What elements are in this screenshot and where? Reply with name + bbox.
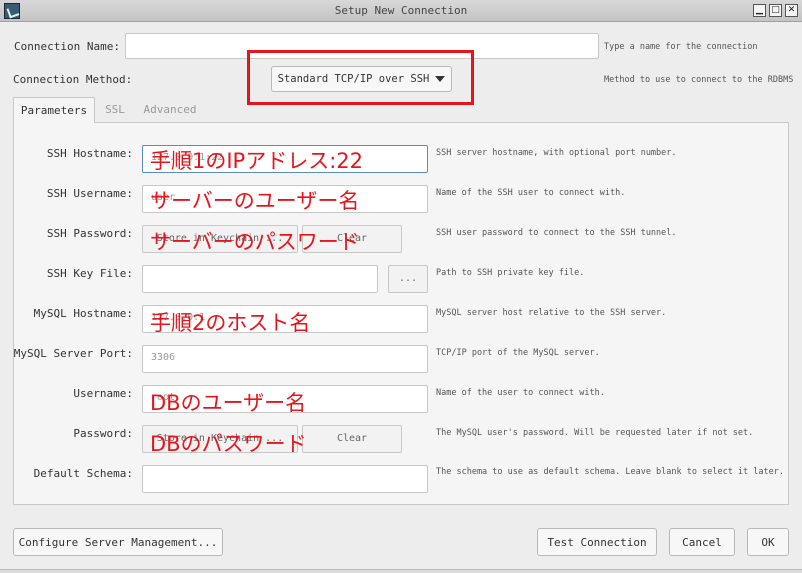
minimize-icon[interactable]: ▁: [753, 4, 766, 17]
window-title: Setup New Connection: [334, 4, 468, 17]
ssh-key-file-hint: Path to SSH private key file.: [436, 268, 585, 278]
maximize-icon[interactable]: □: [769, 4, 782, 17]
browse-key-file-button[interactable]: ...: [388, 265, 428, 293]
mysql-port-label: MySQL Server Port:: [13, 347, 133, 360]
ssh-password-hint: SSH user password to connect to the SSH …: [436, 228, 677, 238]
ssh-key-file-label: SSH Key File:: [46, 267, 133, 280]
password-hint: The MySQL user's password. Will be reque…: [436, 428, 754, 438]
connection-name-hint: Type a name for the connection: [604, 42, 758, 52]
annotation-mysql-hostname: 手順2のホスト名: [150, 311, 311, 335]
username-hint: Name of the user to connect with.: [436, 388, 605, 398]
clear-password-button[interactable]: Clear: [302, 425, 402, 453]
ssh-hostname-label: SSH Hostname:: [46, 147, 133, 160]
ssh-username-hint: Name of the SSH user to connect with.: [436, 188, 626, 198]
ok-button[interactable]: OK: [747, 528, 789, 556]
ssh-password-label: SSH Password:: [46, 227, 133, 240]
mysql-hostname-hint: MySQL server host relative to the SSH se…: [436, 308, 667, 318]
annotation-ssh-password: サーバーのパスワード: [150, 230, 360, 254]
connection-method-label: Connection Method:: [13, 73, 133, 86]
mysql-port-hint: TCP/IP port of the MySQL server.: [436, 348, 600, 358]
default-schema-input[interactable]: [142, 465, 428, 493]
connection-name-label: Connection Name:: [14, 40, 120, 53]
tab-advanced[interactable]: Advanced: [138, 97, 202, 123]
default-schema-label: Default Schema:: [33, 467, 133, 480]
annotation-username: DBのユーザー名: [150, 391, 307, 415]
mysql-hostname-label: MySQL Hostname:: [33, 307, 133, 320]
configure-server-management-button[interactable]: Configure Server Management...: [13, 528, 223, 556]
close-icon[interactable]: ✕: [785, 4, 798, 17]
ssh-username-label: SSH Username:: [46, 187, 133, 200]
annotation-password: DBのパスワード: [150, 432, 307, 456]
annotation-ssh-hostname: 手順1のIPアドレス:22: [150, 149, 364, 173]
highlight-box: [247, 50, 474, 105]
title-bar: Setup New Connection ▁ □ ✕: [0, 0, 802, 22]
window-bottom-edge: [0, 569, 802, 573]
annotation-ssh-username: サーバーのユーザー名: [150, 189, 360, 213]
ssh-key-file-input[interactable]: [142, 265, 378, 293]
tab-ssl[interactable]: SSL: [97, 97, 133, 123]
test-connection-button[interactable]: Test Connection: [537, 528, 657, 556]
mysql-port-input[interactable]: 3306: [142, 345, 428, 373]
password-label: Password:: [73, 427, 133, 440]
connection-method-hint: Method to use to connect to the RDBMS: [604, 75, 794, 85]
tab-parameters[interactable]: Parameters: [13, 97, 95, 123]
ssh-hostname-hint: SSH server hostname, with optional port …: [436, 148, 677, 158]
username-label: Username:: [73, 387, 133, 400]
cancel-button[interactable]: Cancel: [669, 528, 735, 556]
default-schema-hint: The schema to use as default schema. Lea…: [436, 467, 784, 477]
